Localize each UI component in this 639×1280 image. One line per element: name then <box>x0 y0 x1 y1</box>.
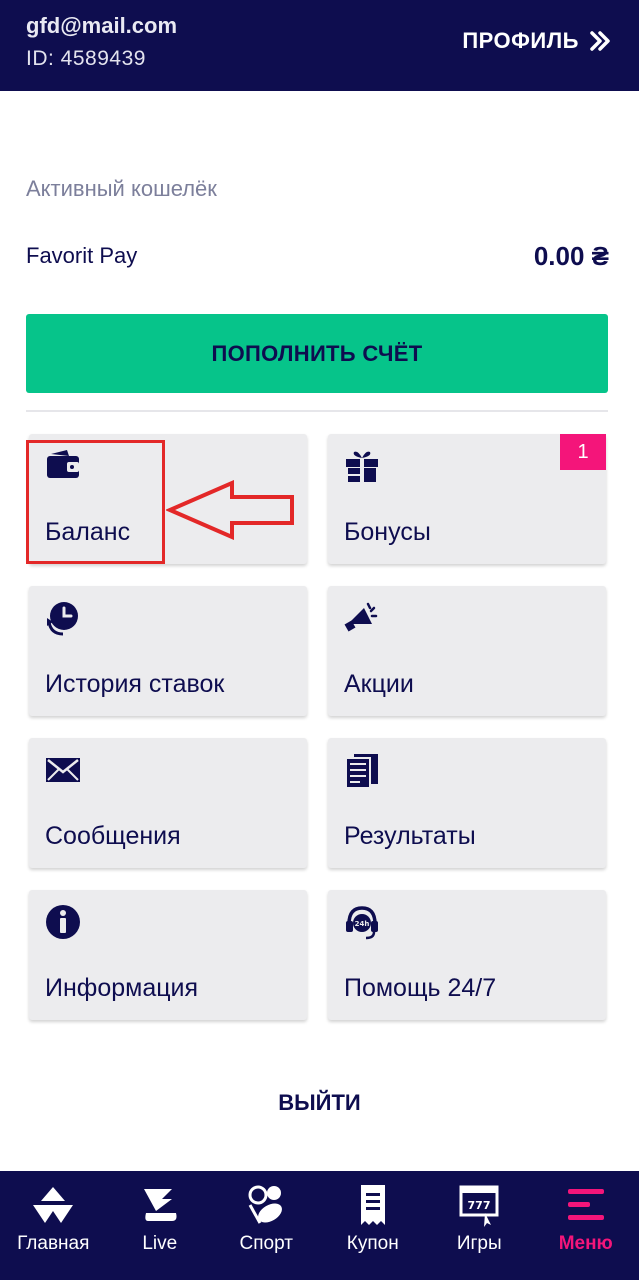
tile-label: Помощь 24/7 <box>344 974 497 1002</box>
double-chevron-right-icon <box>590 31 610 51</box>
history-clock-icon <box>47 602 78 636</box>
user-id: ID: 4589439 <box>26 47 146 70</box>
bottom-navigation: Главная Live Спорт Купон 777 Игры Меню <box>0 1171 639 1280</box>
support-headset-icon: 24h <box>346 906 378 940</box>
tile-information[interactable]: Информация <box>29 890 307 1020</box>
tile-support[interactable]: 24h Помощь 24/7 <box>328 890 606 1020</box>
home-logo-icon <box>33 1187 74 1223</box>
svg-text:777: 777 <box>468 1199 491 1212</box>
nav-item-sport[interactable]: Спорт <box>213 1171 320 1280</box>
tile-label: Бонусы <box>344 518 431 546</box>
tile-label: Сообщения <box>45 822 181 850</box>
nav-item-live[interactable]: Live <box>107 1171 214 1280</box>
results-sheet-icon <box>345 754 378 788</box>
profile-link[interactable]: ПРОФИЛЬ <box>462 28 611 54</box>
running-shoe-icon <box>143 1189 177 1221</box>
nav-label: Спорт <box>239 1233 293 1254</box>
svg-text:24h: 24h <box>355 920 370 928</box>
tile-bet-history[interactable]: История ставок <box>29 586 307 716</box>
menu-icon <box>567 1189 604 1220</box>
nav-label: Игры <box>456 1233 502 1254</box>
nav-item-home[interactable]: Главная <box>0 1171 107 1280</box>
nav-item-menu[interactable]: Меню <box>533 1171 639 1280</box>
info-icon <box>46 905 80 939</box>
annotation-highlight-box <box>26 440 165 564</box>
coupon-icon <box>360 1185 385 1225</box>
nav-label: Меню <box>558 1233 613 1254</box>
active-wallet-caption: Активный кошелёк <box>26 176 217 201</box>
tile-results[interactable]: Результаты <box>328 738 606 868</box>
bonus-count-badge: 1 <box>560 434 606 470</box>
deposit-button[interactable]: ПОПОЛНИТЬ СЧЁТ <box>26 314 608 393</box>
divider <box>26 410 608 412</box>
megaphone-icon <box>344 602 378 632</box>
logout-button[interactable]: ВЫЙТИ <box>0 1090 639 1116</box>
tile-bonuses[interactable]: 1 Бонусы <box>328 434 606 564</box>
slot-machine-icon: 777 <box>459 1185 499 1227</box>
annotation-arrow-left-icon <box>166 480 294 540</box>
tile-label: Акции <box>344 670 414 698</box>
tile-label: Информация <box>45 974 199 1002</box>
tile-label: История ставок <box>45 670 225 698</box>
deposit-button-label: ПОПОЛНИТЬ СЧЁТ <box>211 340 423 366</box>
tile-promotions[interactable]: Акции <box>328 586 606 716</box>
nav-label: Главная <box>17 1233 90 1254</box>
user-email: gfd@mail.com <box>26 13 178 38</box>
profile-label: ПРОФИЛЬ <box>462 28 579 53</box>
wallet-amount: 0.00 ₴ <box>533 241 609 271</box>
nav-label: Live <box>142 1233 178 1254</box>
nav-item-games[interactable]: 777 Игры <box>426 1171 533 1280</box>
account-header: gfd@mail.com ID: 4589439 ПРОФИЛЬ <box>0 0 639 91</box>
gift-icon <box>346 451 378 482</box>
sports-balls-icon <box>248 1185 283 1224</box>
tile-label: Результаты <box>344 822 476 850</box>
tile-messages[interactable]: Сообщения <box>29 738 307 868</box>
wallet-name: Favorit Pay <box>26 243 138 268</box>
envelope-icon <box>46 758 80 782</box>
nav-label: Купон <box>346 1233 399 1254</box>
nav-item-coupon[interactable]: Купон <box>320 1171 427 1280</box>
